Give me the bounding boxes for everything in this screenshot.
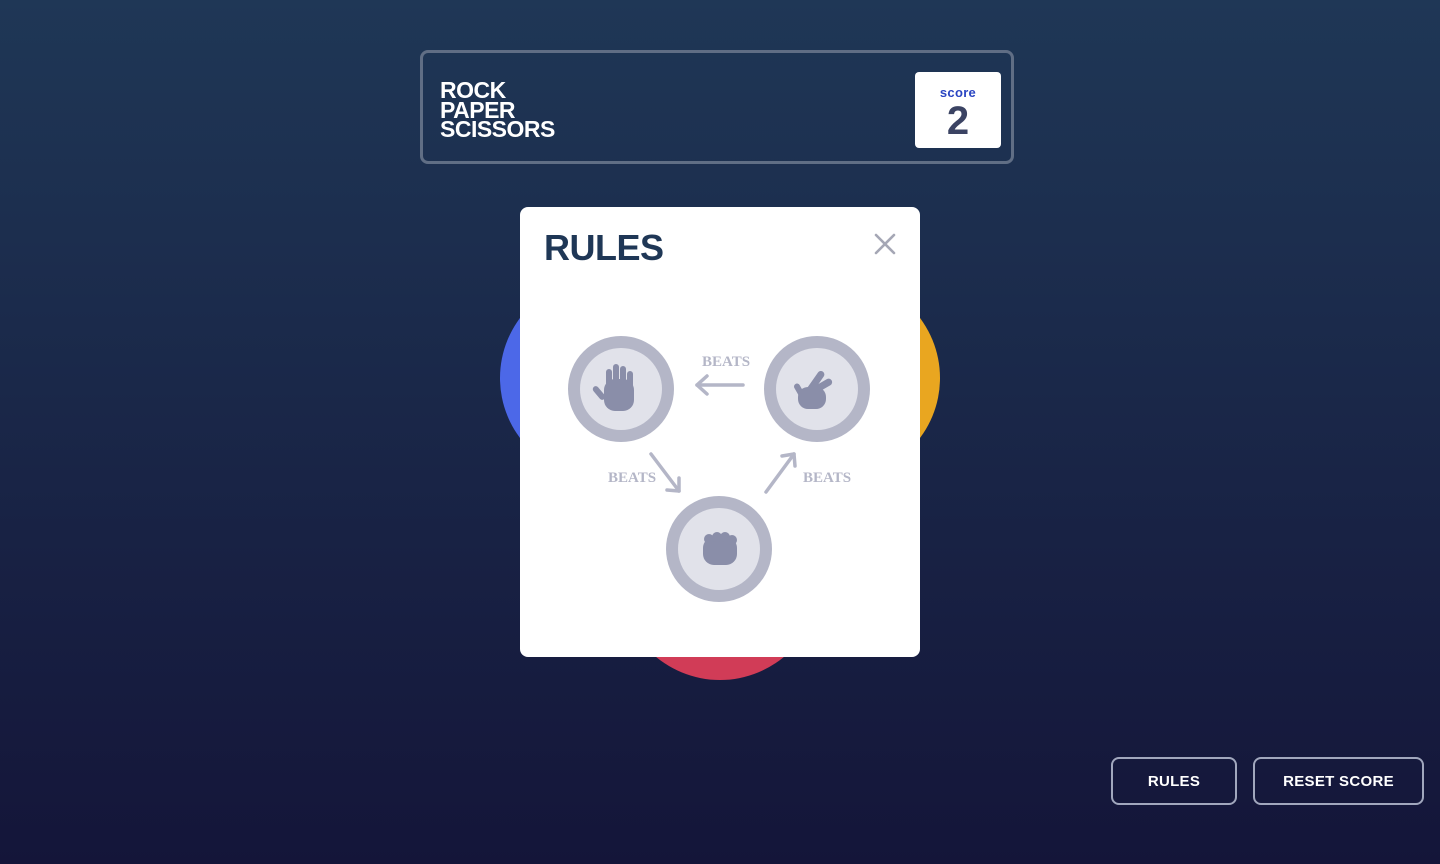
rules-button[interactable]: RULES — [1111, 757, 1237, 805]
beats-label-left: BEATS — [608, 470, 656, 486]
rules-modal: RULES BEATS BEATS BEATS — [520, 207, 920, 657]
reset-score-button[interactable]: RESET SCORE — [1253, 757, 1424, 805]
arrow-top — [695, 374, 745, 396]
rock-fist-icon — [703, 532, 737, 565]
rules-paper-item — [568, 336, 674, 442]
score-header: ROCK PAPER SCISSORS score 2 — [420, 50, 1014, 164]
beats-label-top: BEATS — [702, 354, 750, 370]
score-label: score — [939, 85, 977, 100]
score-value: 2 — [946, 99, 970, 143]
rules-rock-item — [666, 496, 772, 602]
rules-scissors-item — [764, 336, 870, 442]
logo-line-scissors: SCISSORS — [440, 116, 555, 142]
arrow-right — [764, 452, 797, 494]
game-logo: ROCK PAPER SCISSORS — [440, 79, 555, 142]
beats-label-right: BEATS — [803, 470, 851, 486]
rules-diagram: BEATS BEATS BEATS — [568, 336, 870, 602]
score-box: score 2 — [915, 72, 1001, 148]
